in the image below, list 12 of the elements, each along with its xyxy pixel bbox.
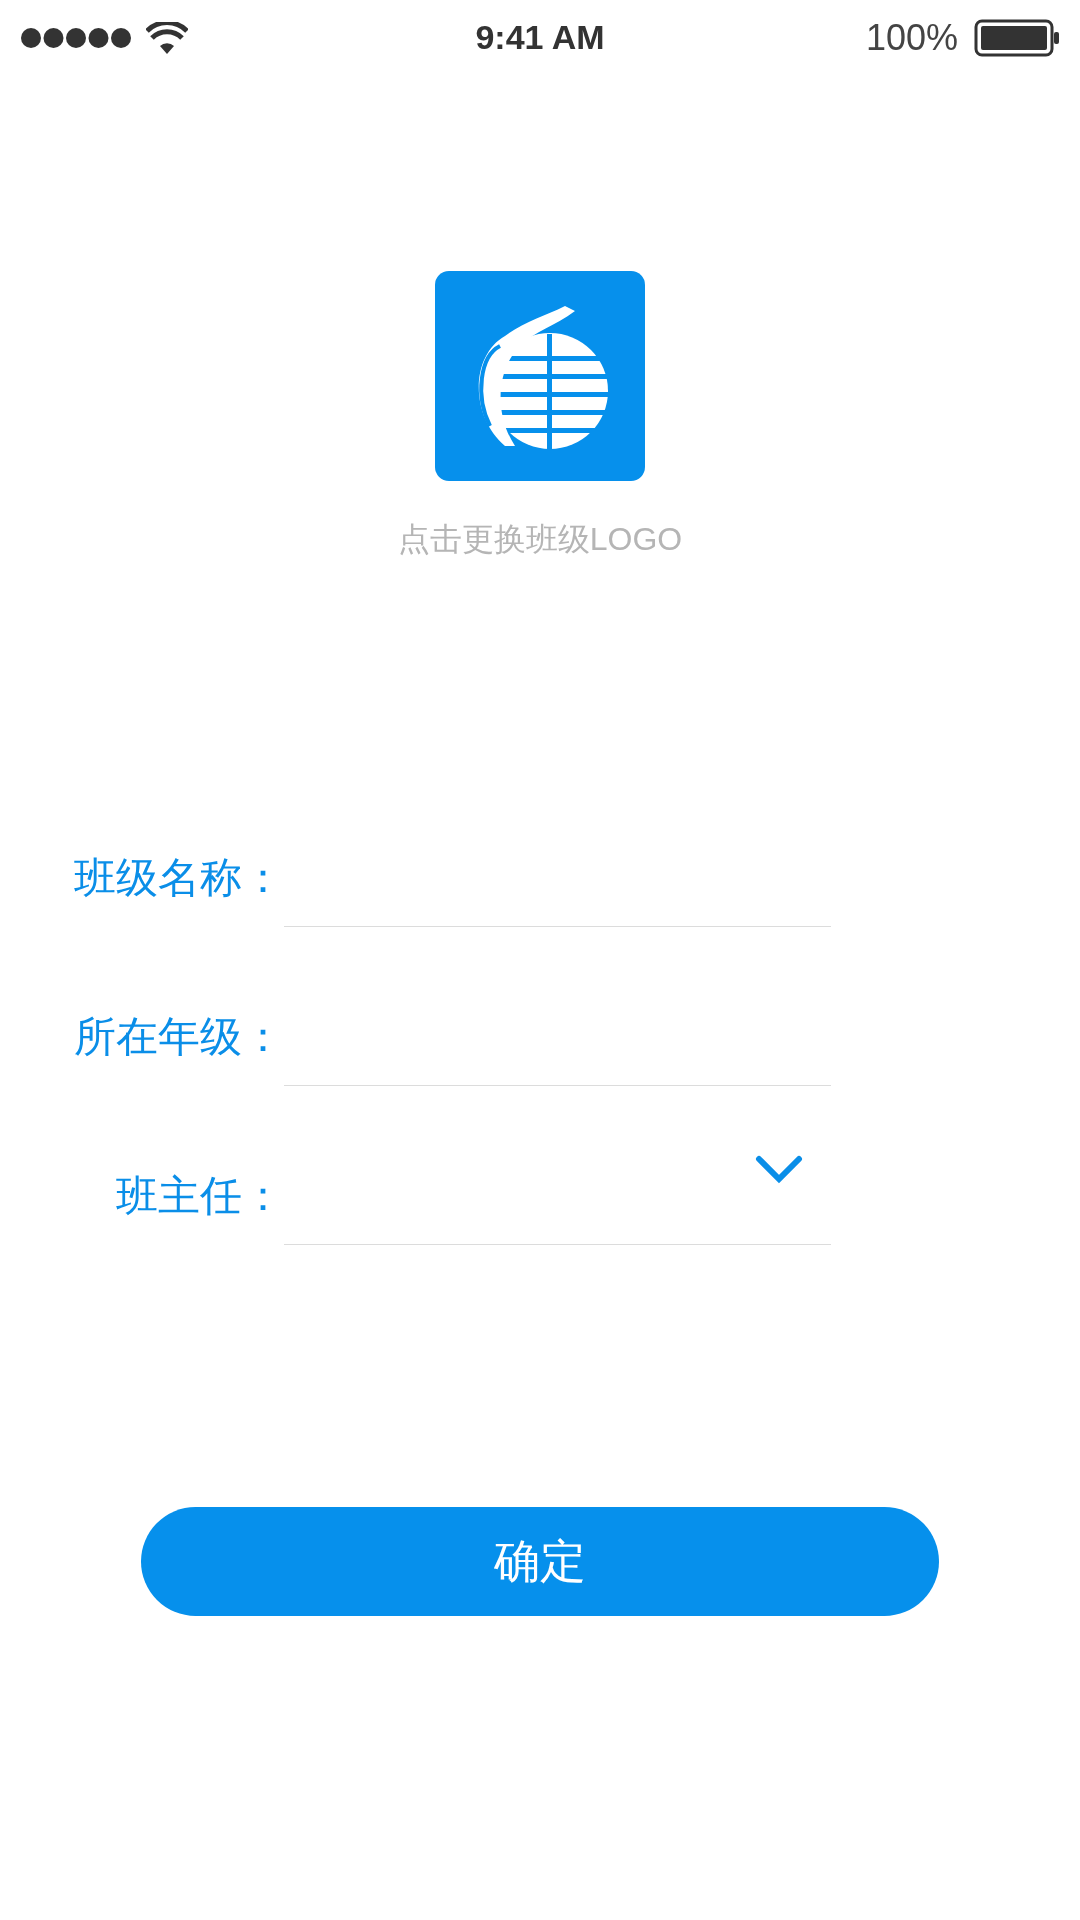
field-label: 班主任： — [115, 1171, 284, 1221]
status-time: 9:41 AM — [475, 17, 605, 58]
chevron-down-icon — [755, 1155, 803, 1185]
field-label: 班级名称： — [73, 853, 284, 903]
logo-button[interactable] — [435, 271, 645, 481]
signal-icon — [20, 26, 132, 49]
battery-percent: 100% — [865, 15, 958, 60]
field-label: 所在年级： — [73, 1012, 284, 1062]
wifi-icon — [146, 21, 188, 54]
confirm-button[interactable]: 确定 — [141, 1507, 939, 1616]
change-logo-caption[interactable]: 点击更换班级LOGO — [397, 515, 683, 563]
battery-icon — [974, 18, 1060, 57]
